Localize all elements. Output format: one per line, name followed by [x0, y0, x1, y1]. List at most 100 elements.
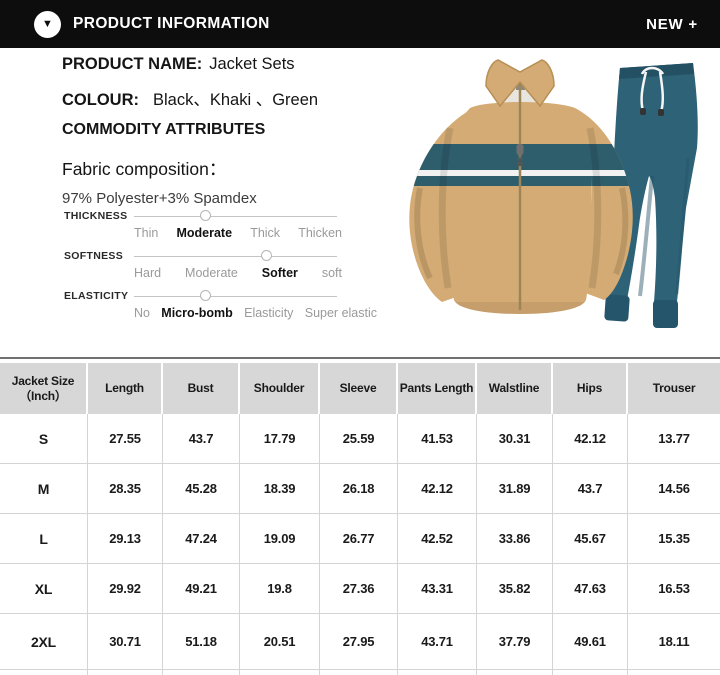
size-cell: 27.55 — [88, 414, 163, 464]
size-cell: 45.67 — [553, 514, 628, 564]
attribute-name: THICKNESS — [64, 210, 127, 222]
size-cell: 17.79 — [240, 414, 320, 464]
size-cell: 35.82 — [477, 564, 553, 614]
size-cell: 42.12 — [398, 464, 477, 514]
section-title: PRODUCT INFORMATION — [73, 15, 270, 33]
size-cell: 31.89 — [477, 464, 553, 514]
size-cell: 29.13 — [88, 514, 163, 564]
attribute-slider-elasticity: ELASTICITY No Micro-bomb Elasticity Super el… — [64, 285, 384, 325]
size-cell: 47.24 — [163, 514, 240, 564]
table-column-header: Jacket Size （Inch） — [0, 363, 88, 414]
attribute-name: ELASTICITY — [64, 290, 128, 302]
size-cell: 20.51 — [240, 614, 320, 670]
size-cell: 51.18 — [163, 614, 240, 670]
size-cell: 14.56 — [628, 464, 720, 514]
new-button[interactable]: NEW + — [646, 16, 698, 33]
attribute-option[interactable]: Thick — [250, 226, 280, 240]
size-cell: 43.7 — [163, 414, 240, 464]
size-cell: 28.35 — [88, 464, 163, 514]
size-row-label: M — [0, 464, 88, 514]
size-cell: 27.36 — [320, 564, 398, 614]
table-column-header: Length — [88, 363, 163, 414]
size-table: Jacket Size （Inch）LengthBustShoulderSlee… — [0, 363, 720, 675]
attribute-slider-track[interactable] — [134, 296, 337, 297]
table-top-divider — [0, 357, 720, 359]
attribute-slider-softness: SOFTNESS Hard Moderate Softer soft — [64, 245, 384, 285]
attribute-option[interactable]: Moderate — [185, 266, 238, 280]
attribute-option[interactable]: Elasticity — [244, 306, 293, 320]
size-cell: 49.21 — [163, 564, 240, 614]
attribute-option[interactable]: Thicken — [298, 226, 342, 240]
product-name-label: PRODUCT NAME: — [62, 55, 202, 74]
attribute-option[interactable]: Softer — [262, 266, 298, 280]
size-cell: 25.59 — [320, 414, 398, 464]
size-cell: 30.31 — [477, 414, 553, 464]
size-cell: 47.63 — [553, 564, 628, 614]
size-cell: 16.53 — [628, 564, 720, 614]
attribute-slider-thickness: THICKNESS Thin Moderate Thick Thicken — [64, 205, 384, 245]
fabric-composition-label: Fabric composition： — [62, 156, 402, 181]
size-cell: 27.95 — [320, 614, 398, 670]
colour-value: Black、Khaki 、Green — [153, 86, 318, 110]
empty-cell — [0, 670, 88, 675]
table-column-header: Pants Length — [398, 363, 477, 414]
commodity-attributes-heading: COMMODITY ATTRIBUTES — [62, 121, 402, 139]
product-information-page: ▼ PRODUCT INFORMATION NEW + PRODUCT NAME… — [0, 0, 720, 675]
empty-cell — [553, 670, 628, 675]
size-row-label: S — [0, 414, 88, 464]
size-cell: 43.7 — [553, 464, 628, 514]
table-column-header: Shoulder — [240, 363, 320, 414]
size-row-label: XL — [0, 564, 88, 614]
size-cell: 33.86 — [477, 514, 553, 564]
attribute-name: SOFTNESS — [64, 250, 123, 262]
colour-label: COLOUR: — [62, 91, 139, 110]
size-row-label: L — [0, 514, 88, 564]
attribute-options: Thin Moderate Thick Thicken — [134, 226, 342, 240]
size-cell: 45.28 — [163, 464, 240, 514]
size-cell: 18.39 — [240, 464, 320, 514]
size-row-label: 2XL — [0, 614, 88, 670]
attribute-slider-knob[interactable] — [200, 210, 211, 221]
size-cell: 19.09 — [240, 514, 320, 564]
attribute-option[interactable]: soft — [322, 266, 342, 280]
empty-cell — [163, 670, 240, 675]
size-cell: 42.52 — [398, 514, 477, 564]
table-column-header: Trouser — [628, 363, 720, 414]
table-column-header: Walstline — [477, 363, 553, 414]
empty-cell — [88, 670, 163, 675]
attribute-slider-knob[interactable] — [261, 250, 272, 261]
attribute-option[interactable]: No — [134, 306, 150, 320]
size-chart-section: Jacket Size （Inch）LengthBustShoulderSlee… — [0, 357, 720, 675]
attribute-slider-knob[interactable] — [200, 290, 211, 301]
attribute-option[interactable]: Micro-bomb — [161, 306, 233, 320]
table-column-header: Sleeve — [320, 363, 398, 414]
size-cell: 19.8 — [240, 564, 320, 614]
size-cell: 43.71 — [398, 614, 477, 670]
section-header-bar: ▼ PRODUCT INFORMATION NEW + — [0, 0, 720, 48]
attribute-options: No Micro-bomb Elasticity Super elastic — [134, 306, 377, 320]
size-cell: 37.79 — [477, 614, 553, 670]
attribute-option[interactable]: Thin — [134, 226, 158, 240]
size-cell: 13.77 — [628, 414, 720, 464]
product-info: PRODUCT NAME: Jacket Sets COLOUR: Black、… — [62, 55, 402, 207]
attribute-option[interactable]: Hard — [134, 266, 161, 280]
attribute-sliders: THICKNESS Thin Moderate Thick Thicken SOFTNES… — [64, 205, 384, 325]
empty-cell — [628, 670, 720, 675]
size-cell: 43.31 — [398, 564, 477, 614]
product-name-value: Jacket Sets — [209, 55, 294, 74]
size-cell: 18.11 — [628, 614, 720, 670]
attribute-slider-track[interactable] — [134, 256, 337, 257]
size-cell: 49.61 — [553, 614, 628, 670]
size-cell: 42.12 — [553, 414, 628, 464]
attribute-options: Hard Moderate Softer soft — [134, 266, 342, 280]
triangle-down-icon: ▼ — [34, 11, 61, 38]
size-cell: 30.71 — [88, 614, 163, 670]
empty-cell — [240, 670, 320, 675]
attribute-slider-track[interactable] — [134, 216, 337, 217]
size-cell: 15.35 — [628, 514, 720, 564]
attribute-option[interactable]: Moderate — [176, 226, 232, 240]
empty-cell — [320, 670, 398, 675]
attribute-option[interactable]: Super elastic — [305, 306, 377, 320]
empty-cell — [477, 670, 553, 675]
table-column-header: Bust — [163, 363, 240, 414]
